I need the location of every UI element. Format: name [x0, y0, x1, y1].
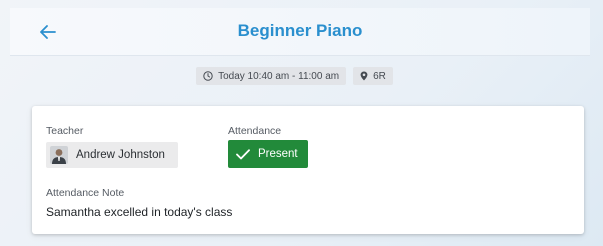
attendance-note-text: Samantha excelled in today's class: [46, 205, 233, 219]
attendance-note-label: Attendance Note: [46, 187, 125, 199]
page-title: Beginner Piano: [237, 21, 363, 40]
attendance-status-button[interactable]: Present: [228, 140, 308, 168]
attendance-status: Present: [258, 148, 298, 160]
app-header: Beginner Piano: [10, 8, 590, 56]
time-chip: Today 10:40 am - 11:00 am: [196, 67, 347, 85]
lesson-meta: Today 10:40 am - 11:00 am 6R: [0, 67, 603, 85]
check-icon: [236, 148, 250, 159]
teacher-label: Teacher: [46, 125, 84, 137]
teacher-name: Andrew Johnston: [76, 149, 165, 161]
room-chip: 6R: [353, 67, 393, 85]
avatar: [50, 146, 68, 164]
room-text: 6R: [373, 70, 386, 82]
lesson-details-card: Teacher Andrew Johnston Attendance Prese…: [32, 106, 584, 234]
attendance-label: Attendance: [228, 125, 282, 137]
teacher-chip[interactable]: Andrew Johnston: [46, 142, 178, 168]
clock-icon: [203, 71, 213, 81]
location-pin-icon: [360, 71, 368, 81]
time-text: Today 10:40 am - 11:00 am: [218, 70, 340, 82]
